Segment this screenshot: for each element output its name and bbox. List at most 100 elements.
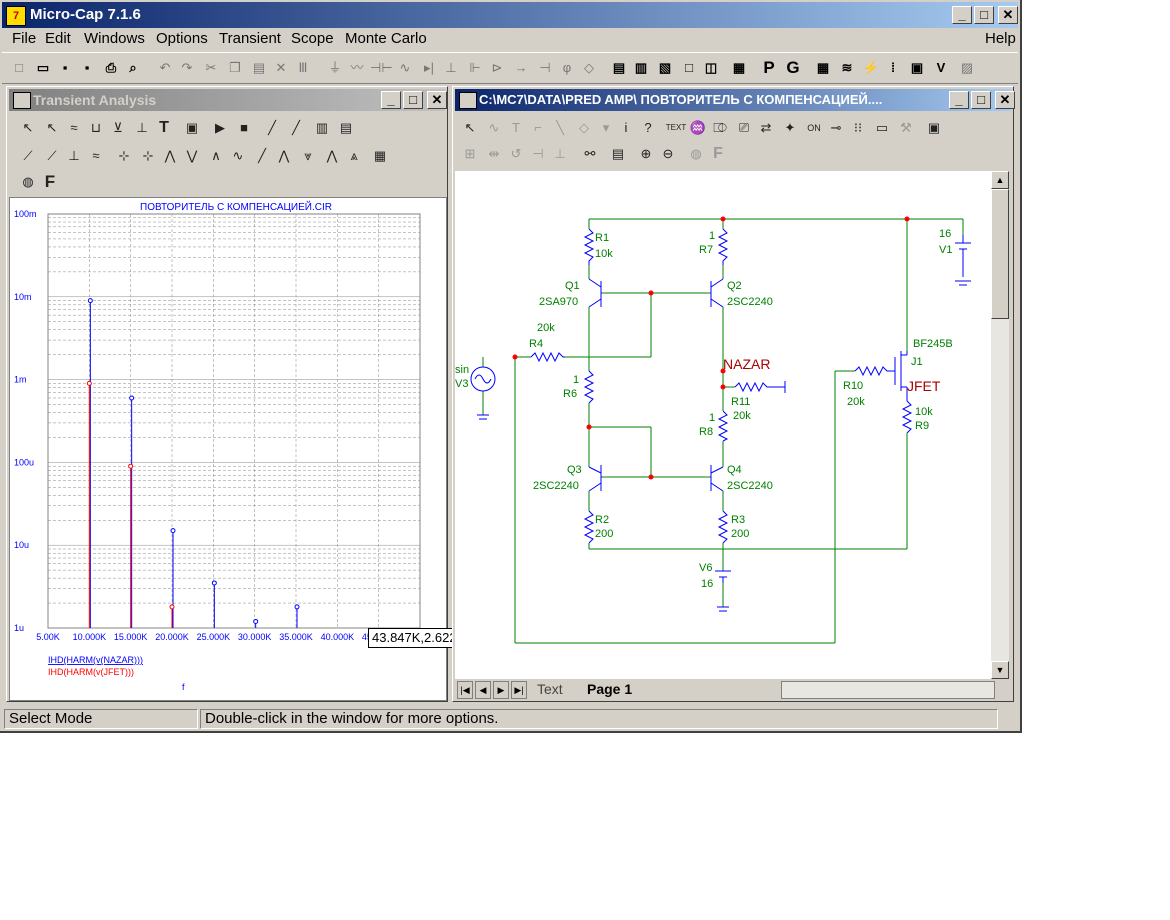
- vertical-scrollbar[interactable]: ▲ ▼: [991, 171, 1009, 679]
- prev-page-button[interactable]: ◀: [475, 681, 491, 699]
- graphics-icon[interactable]: G: [782, 57, 804, 79]
- next-valley-icon[interactable]: ⋁: [181, 145, 203, 167]
- zoom-in-icon[interactable]: ⊕: [635, 143, 657, 165]
- maximize-all-icon[interactable]: □: [678, 57, 700, 79]
- line-icon[interactable]: ╱: [261, 117, 283, 139]
- select-arrow-icon[interactable]: ↖: [17, 117, 39, 139]
- text-icon[interactable]: T: [153, 117, 175, 139]
- open-icon[interactable]: ▭: [32, 57, 54, 79]
- color-icon[interactable]: ◍: [685, 143, 707, 165]
- wire-tool-icon[interactable]: ⌐: [527, 117, 549, 139]
- axis-icon[interactable]: ⊻: [107, 117, 129, 139]
- wire-mode-icon[interactable]: ∿: [483, 117, 505, 139]
- on-off-icon[interactable]: ON: [803, 117, 825, 139]
- font-icon[interactable]: F: [707, 143, 729, 165]
- next-peak-icon[interactable]: ⋀: [159, 145, 181, 167]
- sine-icon[interactable]: φ: [556, 57, 578, 79]
- menu-windows[interactable]: Windows: [84, 30, 145, 47]
- wire-icon[interactable]: 〰: [346, 57, 368, 79]
- rotate-ccw-icon[interactable]: ↺: [505, 143, 527, 165]
- transistor-icon[interactable]: ⊩: [464, 57, 486, 79]
- text-mode-icon[interactable]: T: [505, 117, 527, 139]
- scale-icon[interactable]: ≈: [63, 117, 85, 139]
- components-icon[interactable]: ▦: [812, 57, 834, 79]
- cascade-icon[interactable]: ▧: [654, 57, 676, 79]
- save-icon[interactable]: ▪: [54, 57, 76, 79]
- flip-icon[interactable]: ⇹: [483, 143, 505, 165]
- tab-text[interactable]: Text: [537, 681, 563, 697]
- run-icon[interactable]: ▶: [209, 117, 231, 139]
- tile-vertical-icon[interactable]: ▥: [630, 57, 652, 79]
- top-icon[interactable]: ⩔: [297, 145, 319, 167]
- stop-icon[interactable]: ■: [233, 117, 255, 139]
- info-icon[interactable]: i: [615, 117, 637, 139]
- shape-tool-icon[interactable]: ◇: [573, 117, 595, 139]
- menu-transient[interactable]: Transient: [219, 30, 281, 47]
- grid-lines-icon[interactable]: ▤: [335, 117, 357, 139]
- transient-minimize-button[interactable]: _: [381, 91, 401, 109]
- calculator-icon[interactable]: ▦: [728, 57, 750, 79]
- border-icon[interactable]: ▭: [871, 117, 893, 139]
- horizontal-scrollbar[interactable]: [781, 681, 995, 699]
- menu-options[interactable]: Options: [156, 30, 208, 47]
- tab-page-1[interactable]: Page 1: [587, 681, 632, 697]
- valley-icon[interactable]: ⟋: [41, 145, 63, 167]
- redo-icon[interactable]: ↷: [176, 57, 198, 79]
- low-icon[interactable]: ≈: [85, 145, 107, 167]
- delete-icon[interactable]: ✕: [270, 57, 292, 79]
- cut-icon[interactable]: ✂: [200, 57, 222, 79]
- select-all-icon[interactable]: Ⅲ: [292, 57, 314, 79]
- tile-horizontal-icon[interactable]: ▤: [608, 57, 630, 79]
- vd-icon[interactable]: V: [930, 57, 952, 79]
- pnp-icon[interactable]: →: [510, 57, 532, 79]
- global-high-icon[interactable]: ╱: [251, 145, 273, 167]
- cursor-right-icon[interactable]: ⊹: [137, 145, 159, 167]
- cursor-left-icon[interactable]: ⊹: [113, 145, 135, 167]
- scroll-down-button[interactable]: ▼: [991, 661, 1009, 679]
- trace1-label[interactable]: IHD(HARM(v(NAZAR))): [48, 655, 143, 665]
- pin-connections-icon[interactable]: ⊸: [825, 117, 847, 139]
- save-all-icon[interactable]: ▪: [76, 57, 98, 79]
- menu-help[interactable]: Help: [985, 30, 1016, 47]
- line-points-icon[interactable]: ╱: [285, 117, 307, 139]
- trace2-label[interactable]: IHD(HARM(v(JFET))): [48, 667, 134, 677]
- waveform-icon[interactable]: ≋: [836, 57, 858, 79]
- inductor-icon[interactable]: ∿: [394, 57, 416, 79]
- global-low-icon[interactable]: ⋀: [273, 145, 295, 167]
- schematic-canvas[interactable]: R1 10k 1 R7 Q1 2SA970 Q2 2SC2240 20k R4 …: [455, 171, 991, 679]
- tag-icon[interactable]: ⊥: [131, 117, 153, 139]
- copy-icon[interactable]: ❐: [224, 57, 246, 79]
- color-icon[interactable]: ◍: [17, 171, 39, 193]
- undo-icon[interactable]: ↶: [154, 57, 176, 79]
- print-icon[interactable]: ⎙: [100, 57, 122, 79]
- text-toggle-icon[interactable]: TEXT: [665, 117, 687, 139]
- plot-area[interactable]: ПОВТОРИТЕЛЬ С КОМПЕНСАЦИЕЙ.CIR 100m 10m 1m…: [9, 197, 447, 701]
- help-icon[interactable]: ▨: [956, 57, 978, 79]
- attribute-icon[interactable]: ⚒: [895, 117, 917, 139]
- grid-dots-icon[interactable]: ⁝⁝: [847, 117, 869, 139]
- diamond-icon[interactable]: ◇: [578, 57, 600, 79]
- line-tool-icon[interactable]: ╲: [549, 117, 571, 139]
- capacitor-icon[interactable]: ⊣⊢: [370, 57, 393, 79]
- bottom-icon[interactable]: ⋀: [321, 145, 343, 167]
- properties-icon[interactable]: ▣: [181, 117, 203, 139]
- power-icon[interactable]: ✦: [779, 117, 801, 139]
- mirror-y-icon[interactable]: ⊥: [549, 143, 571, 165]
- current-icon[interactable]: ⇄: [755, 117, 777, 139]
- properties-icon[interactable]: ▣: [923, 117, 945, 139]
- find-icon[interactable]: ⚯: [579, 143, 601, 165]
- transient-close-button[interactable]: ✕: [427, 91, 447, 109]
- diode-icon[interactable]: ▸|: [418, 57, 440, 79]
- wand-icon[interactable]: ⚡: [860, 57, 882, 79]
- wave-icon[interactable]: ⩓: [343, 145, 365, 167]
- dropdown-icon[interactable]: ▾: [595, 117, 617, 139]
- slope-icon[interactable]: ∧: [205, 145, 227, 167]
- table-icon[interactable]: ▦: [369, 145, 391, 167]
- font-icon[interactable]: F: [39, 171, 61, 193]
- split-icon[interactable]: ◫: [700, 57, 722, 79]
- grid-toggle-icon[interactable]: ▥: [311, 117, 333, 139]
- menu-file[interactable]: File: [12, 30, 36, 47]
- new-icon[interactable]: □: [8, 57, 30, 79]
- pointer-icon[interactable]: ↖: [41, 117, 63, 139]
- minimize-button[interactable]: _: [952, 6, 972, 24]
